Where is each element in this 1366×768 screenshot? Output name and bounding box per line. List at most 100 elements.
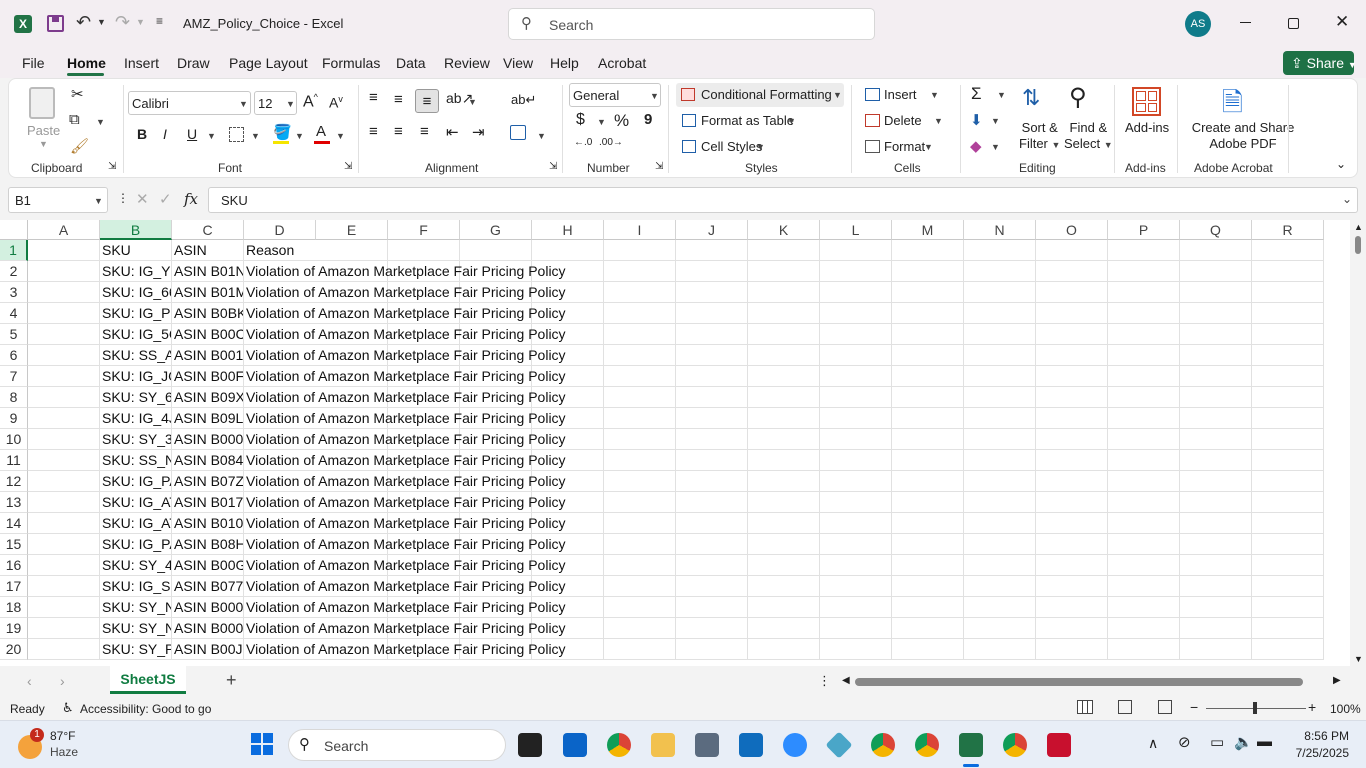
cell-o13[interactable]: [1036, 492, 1108, 513]
underline-button[interactable]: U: [187, 126, 197, 142]
number-launcher-icon[interactable]: ⇲: [655, 161, 663, 172]
add-sheet-icon[interactable]: +: [226, 670, 237, 691]
cell-m17[interactable]: [892, 576, 964, 597]
cell-b3[interactable]: SKU: IG_66: [100, 282, 172, 303]
clock-date[interactable]: 7/25/2025: [1279, 746, 1349, 760]
cell-k1[interactable]: [748, 240, 820, 261]
undo-dropdown-icon[interactable]: ▼: [97, 17, 106, 27]
cell-j10[interactable]: [676, 429, 748, 450]
cell-n11[interactable]: [964, 450, 1036, 471]
cell-p9[interactable]: [1108, 408, 1180, 429]
tab-view[interactable]: View: [503, 55, 533, 71]
column-header-c[interactable]: C: [172, 220, 244, 240]
cell-l5[interactable]: [820, 324, 892, 345]
cell-c20[interactable]: ASIN B00J: [172, 639, 244, 660]
cell-c4[interactable]: ASIN B0BK: [172, 303, 244, 324]
collapse-ribbon-icon[interactable]: ⌄: [1336, 157, 1346, 171]
chevron-down-icon[interactable]: ▼: [930, 90, 939, 100]
cell-k11[interactable]: [748, 450, 820, 471]
vertical-scroll-thumb[interactable]: [1355, 236, 1361, 254]
cell-b9[interactable]: SKU: IG_4J: [100, 408, 172, 429]
restore-icon[interactable]: [1288, 18, 1299, 29]
cell-c18[interactable]: ASIN B000: [172, 597, 244, 618]
search-box[interactable]: ⚲ Search: [508, 8, 875, 40]
row-header[interactable]: 14: [0, 513, 28, 534]
column-header-o[interactable]: O: [1036, 220, 1108, 240]
cell-b15[interactable]: SKU: IG_PA: [100, 534, 172, 555]
tab-acrobat[interactable]: Acrobat: [598, 55, 646, 71]
cell-o8[interactable]: [1036, 387, 1108, 408]
acrobat-icon[interactable]: [1047, 733, 1071, 757]
cell-q14[interactable]: [1180, 513, 1252, 534]
column-header-r[interactable]: R: [1252, 220, 1324, 240]
align-center-icon[interactable]: ≡: [394, 123, 403, 140]
cell-l19[interactable]: [820, 618, 892, 639]
cell-l12[interactable]: [820, 471, 892, 492]
copy-dropdown-icon[interactable]: ▼: [96, 117, 105, 127]
cell-p19[interactable]: [1108, 618, 1180, 639]
bottom-align-icon[interactable]: ≡: [415, 89, 439, 113]
cell-c5[interactable]: ASIN B00C: [172, 324, 244, 345]
cell-r19[interactable]: [1252, 618, 1324, 639]
cell-q9[interactable]: [1180, 408, 1252, 429]
cell-k2[interactable]: [748, 261, 820, 282]
cell-r10[interactable]: [1252, 429, 1324, 450]
cell-k12[interactable]: [748, 471, 820, 492]
cell-n16[interactable]: [964, 555, 1036, 576]
cell-q6[interactable]: [1180, 345, 1252, 366]
cell-h1[interactable]: [532, 240, 604, 261]
cell-a18[interactable]: [28, 597, 100, 618]
cell-a8[interactable]: [28, 387, 100, 408]
cell-k18[interactable]: [748, 597, 820, 618]
cell-j6[interactable]: [676, 345, 748, 366]
file-explorer-icon[interactable]: [651, 733, 675, 757]
row-header[interactable]: 6: [0, 345, 28, 366]
cell-d4[interactable]: Violation of Amazon Marketplace Fair Pri…: [244, 303, 566, 324]
cell-a2[interactable]: [28, 261, 100, 282]
cell-i20[interactable]: [604, 639, 676, 660]
cell-l20[interactable]: [820, 639, 892, 660]
cell-r15[interactable]: [1252, 534, 1324, 555]
cell-j15[interactable]: [676, 534, 748, 555]
align-right-icon[interactable]: ≡: [420, 123, 429, 140]
cell-r5[interactable]: [1252, 324, 1324, 345]
cell-d8[interactable]: Violation of Amazon Marketplace Fair Pri…: [244, 387, 566, 408]
percent-button[interactable]: %: [614, 111, 629, 131]
chrome-icon[interactable]: [607, 733, 631, 757]
cell-i5[interactable]: [604, 324, 676, 345]
tab-file[interactable]: File: [22, 55, 45, 71]
cell-a4[interactable]: [28, 303, 100, 324]
cell-styles-button[interactable]: Cell Styles: [701, 139, 762, 154]
cell-j8[interactable]: [676, 387, 748, 408]
cell-b1[interactable]: SKU: [100, 240, 172, 261]
cell-b4[interactable]: SKU: IG_PC: [100, 303, 172, 324]
cell-m18[interactable]: [892, 597, 964, 618]
cell-a13[interactable]: [28, 492, 100, 513]
cell-o10[interactable]: [1036, 429, 1108, 450]
cell-p15[interactable]: [1108, 534, 1180, 555]
cell-b20[interactable]: SKU: SY_PC: [100, 639, 172, 660]
cell-l10[interactable]: [820, 429, 892, 450]
row-header[interactable]: 1: [0, 240, 28, 261]
cell-i18[interactable]: [604, 597, 676, 618]
number-format-select[interactable]: General ▼: [569, 83, 661, 107]
display-icon[interactable]: ▭: [1210, 733, 1224, 751]
cell-o12[interactable]: [1036, 471, 1108, 492]
fill-color-icon[interactable]: 🪣: [273, 123, 292, 141]
cell-j4[interactable]: [676, 303, 748, 324]
row-header[interactable]: 5: [0, 324, 28, 345]
cell-d10[interactable]: Violation of Amazon Marketplace Fair Pri…: [244, 429, 566, 450]
column-header-b[interactable]: B: [100, 220, 172, 240]
cell-q13[interactable]: [1180, 492, 1252, 513]
cell-n18[interactable]: [964, 597, 1036, 618]
cell-l9[interactable]: [820, 408, 892, 429]
cell-b19[interactable]: SKU: SY_NC: [100, 618, 172, 639]
worksheet-grid[interactable]: ABCDEFGHIJKLMNOPQR 1 SKU ASIN Reason 2 SKU: I…: [0, 220, 1350, 666]
comma-style-button[interactable]: 9: [644, 111, 652, 128]
cell-r17[interactable]: [1252, 576, 1324, 597]
align-left-icon[interactable]: ≡: [369, 123, 378, 140]
minimize-icon[interactable]: [1240, 22, 1251, 23]
column-header-k[interactable]: K: [748, 220, 820, 240]
cell-a11[interactable]: [28, 450, 100, 471]
cell-p6[interactable]: [1108, 345, 1180, 366]
